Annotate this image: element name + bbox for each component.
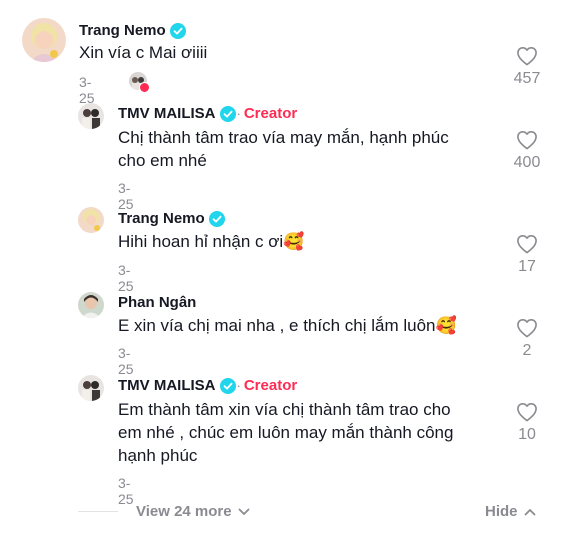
heart-outline-icon — [517, 235, 537, 254]
like-count: 17 — [518, 258, 536, 275]
like-count: 10 — [518, 426, 536, 443]
creator-badge: Creator — [243, 105, 298, 122]
comment-text: Xin vía c Mai ơiiii — [79, 43, 208, 62]
comment-text-line-1: Chị thành tâm trao vía may mắn, hạnh phú… — [118, 128, 449, 147]
like-button[interactable]: 10 — [505, 402, 549, 444]
replies-divider — [78, 511, 118, 512]
like-count: 400 — [513, 154, 541, 171]
like-button[interactable]: 457 — [505, 46, 549, 88]
like-button[interactable]: 400 — [505, 130, 549, 172]
comment-date: 3-25 — [79, 74, 95, 106]
comment-date: 3-25 — [118, 345, 134, 377]
separator-dot: · — [236, 378, 241, 393]
comment-text-line-2: em nhé , chúc em luôn may mắn thành công — [118, 423, 454, 442]
chevron-up-icon — [524, 508, 535, 515]
heart-outline-icon — [517, 47, 537, 66]
view-more-replies-button[interactable]: View 24 more — [136, 503, 250, 520]
like-count: 457 — [513, 70, 541, 87]
verified-badge-icon — [208, 210, 225, 227]
like-button[interactable]: 17 — [505, 234, 549, 276]
comment-text-line-1: Em thành tâm xin vía chị thành tâm trao … — [118, 400, 451, 419]
verified-badge-icon — [219, 377, 236, 394]
comment-username[interactable]: TMV MAILISA — [118, 377, 216, 394]
like-count: 2 — [522, 342, 532, 359]
hide-replies-button[interactable]: Hide — [485, 503, 536, 520]
comment-text-line-2: cho em nhé — [118, 151, 207, 170]
hide-label: Hide — [485, 503, 518, 520]
comment-text: Hihi hoan hỉ nhận c ơi🥰 — [118, 232, 305, 251]
comment-date: 3-25 — [118, 262, 134, 294]
verified-badge-icon — [169, 22, 186, 39]
comment-username[interactable]: TMV MAILISA — [118, 105, 216, 122]
avatar-tmv-mailisa[interactable] — [78, 103, 104, 129]
verified-badge-icon — [219, 105, 236, 122]
separator-dot: · — [236, 106, 241, 121]
creator-badge: Creator — [243, 377, 298, 394]
comment-date: 3-25 — [118, 475, 134, 507]
comment-text: E xin vía chị mai nha , e thích chị lắm … — [118, 316, 457, 335]
creator-liked-heart-icon — [139, 82, 150, 93]
heart-outline-icon — [517, 319, 537, 338]
comment-text-line-3: hạnh phúc — [118, 446, 198, 465]
like-button[interactable]: 2 — [505, 318, 549, 360]
avatar-tmv-mailisa[interactable] — [78, 375, 104, 401]
chevron-down-icon — [238, 508, 250, 515]
avatar-trang-nemo[interactable] — [78, 207, 104, 233]
avatar-trang-nemo[interactable] — [22, 18, 66, 62]
heart-outline-icon — [517, 131, 537, 150]
comment-date: 3-25 — [118, 180, 134, 212]
avatar-phan-ngan[interactable] — [78, 292, 104, 318]
view-more-label: View 24 more — [136, 503, 232, 520]
heart-outline-icon — [517, 403, 537, 422]
comment-username[interactable]: Trang Nemo — [79, 22, 166, 39]
comment-username[interactable]: Phan Ngân — [118, 294, 196, 311]
comment-username[interactable]: Trang Nemo — [118, 210, 205, 227]
